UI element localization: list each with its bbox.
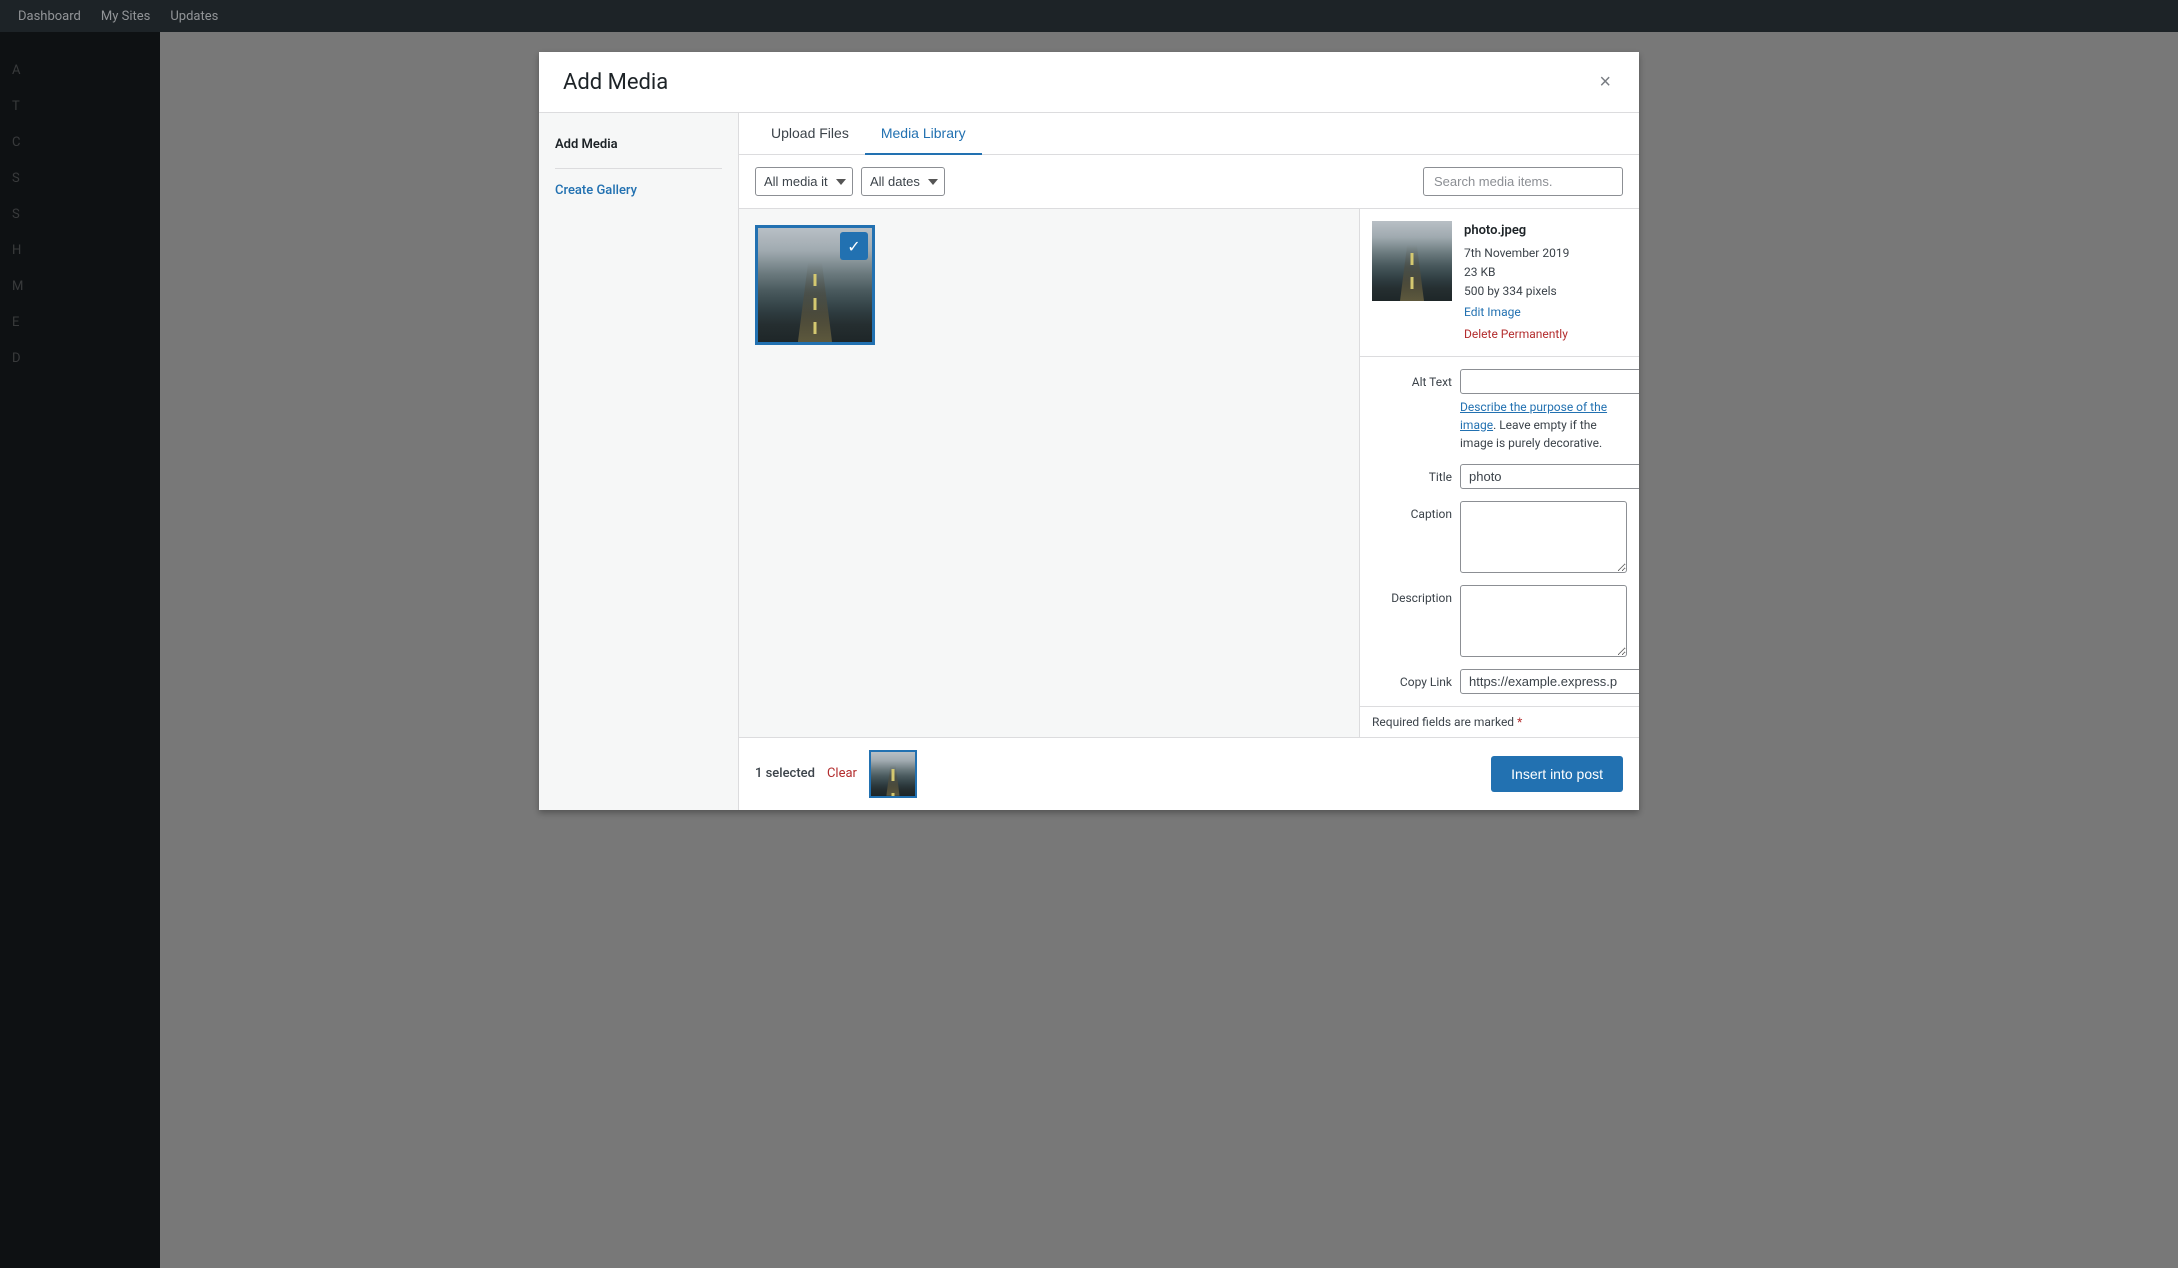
admin-bar-my-sites: My Sites bbox=[91, 9, 160, 24]
modal-body: Add Media Create Gallery Upload Files Me… bbox=[539, 113, 1639, 810]
modal-close-button[interactable]: × bbox=[1595, 68, 1615, 96]
detail-filesize: 23 KB bbox=[1464, 263, 1627, 282]
detail-panel: photo.jpeg 7th November 2019 23 KB 500 b… bbox=[1359, 209, 1639, 737]
modal-main: Upload Files Media Library All media it … bbox=[739, 113, 1639, 810]
caption-input[interactable] bbox=[1460, 501, 1627, 573]
sidebar-section-title: Add Media bbox=[539, 129, 738, 160]
alt-text-field: Alt Text Describe the purpose of the ima… bbox=[1372, 369, 1627, 452]
media-content: ✓ photo.jpeg 7th November 2019 bbox=[739, 209, 1639, 737]
title-label: Title bbox=[1372, 464, 1452, 484]
copy-link-label: Copy Link bbox=[1372, 669, 1452, 689]
detail-thumb-image bbox=[1372, 221, 1452, 301]
tab-media-library[interactable]: Media Library bbox=[865, 113, 982, 155]
alt-text-row: Alt Text bbox=[1372, 369, 1627, 394]
detail-image-header: photo.jpeg 7th November 2019 23 KB 500 b… bbox=[1360, 209, 1639, 357]
selected-thumbnail-footer bbox=[869, 750, 917, 798]
tab-upload-files[interactable]: Upload Files bbox=[755, 113, 865, 155]
modal-header: Add Media × bbox=[539, 52, 1639, 113]
title-field-row: Title bbox=[1372, 464, 1627, 489]
insert-into-post-button[interactable]: Insert into post bbox=[1491, 756, 1623, 792]
media-type-filter[interactable]: All media it bbox=[755, 167, 853, 196]
sidebar-divider bbox=[555, 168, 722, 169]
sidebar-item-create-gallery[interactable]: Create Gallery bbox=[539, 177, 738, 204]
admin-bar-dashboard: Dashboard bbox=[8, 9, 91, 24]
detail-thumbnail bbox=[1372, 221, 1452, 301]
detail-filename: photo.jpeg bbox=[1464, 221, 1627, 242]
detail-fields: Alt Text Describe the purpose of the ima… bbox=[1360, 357, 1639, 706]
modal-title: Add Media bbox=[563, 70, 668, 95]
caption-field-row: Caption bbox=[1372, 501, 1627, 573]
selected-thumb-image bbox=[871, 752, 915, 796]
admin-bar-updates: Updates bbox=[160, 9, 228, 24]
required-asterisk: * bbox=[1517, 715, 1522, 729]
modal-footer: 1 selected Clear Insert into post bbox=[739, 737, 1639, 810]
detail-date: 7th November 2019 bbox=[1464, 244, 1627, 263]
description-label: Description bbox=[1372, 585, 1452, 605]
clear-selection-link[interactable]: Clear bbox=[827, 766, 857, 781]
selected-check-icon: ✓ bbox=[840, 232, 868, 260]
modal-tabs: Upload Files Media Library bbox=[739, 113, 1639, 155]
copy-link-field-row: Copy Link bbox=[1372, 669, 1627, 694]
edit-image-link[interactable]: Edit Image bbox=[1464, 303, 1627, 322]
description-field-row: Description bbox=[1372, 585, 1627, 657]
delete-permanently-link[interactable]: Delete Permanently bbox=[1464, 325, 1627, 344]
alt-text-input[interactable] bbox=[1460, 369, 1639, 394]
alt-text-label: Alt Text bbox=[1372, 369, 1452, 389]
filter-bar: All media it All dates bbox=[739, 155, 1639, 209]
admin-bar: Dashboard My Sites Updates bbox=[0, 0, 2178, 32]
detail-meta: photo.jpeg 7th November 2019 23 KB 500 b… bbox=[1464, 221, 1627, 344]
modal-sidebar: Add Media Create Gallery bbox=[539, 113, 739, 810]
description-input[interactable] bbox=[1460, 585, 1627, 657]
media-grid-area: ✓ bbox=[739, 209, 1359, 737]
modal-overlay: Add Media × Add Media Create Gallery Upl… bbox=[0, 32, 2178, 1268]
media-grid: ✓ bbox=[755, 225, 1343, 345]
add-media-modal: Add Media × Add Media Create Gallery Upl… bbox=[539, 52, 1639, 810]
copy-link-input[interactable] bbox=[1460, 669, 1639, 694]
alt-text-hint: Describe the purpose of the image. Leave… bbox=[1460, 398, 1627, 452]
required-note: Required fields are marked * bbox=[1360, 706, 1639, 737]
date-filter[interactable]: All dates bbox=[861, 167, 945, 196]
caption-label: Caption bbox=[1372, 501, 1452, 521]
title-input[interactable] bbox=[1460, 464, 1639, 489]
media-search-input[interactable] bbox=[1423, 167, 1623, 196]
selected-count: 1 selected bbox=[755, 766, 815, 781]
media-item[interactable]: ✓ bbox=[755, 225, 875, 345]
detail-dimensions: 500 by 334 pixels bbox=[1464, 282, 1627, 301]
